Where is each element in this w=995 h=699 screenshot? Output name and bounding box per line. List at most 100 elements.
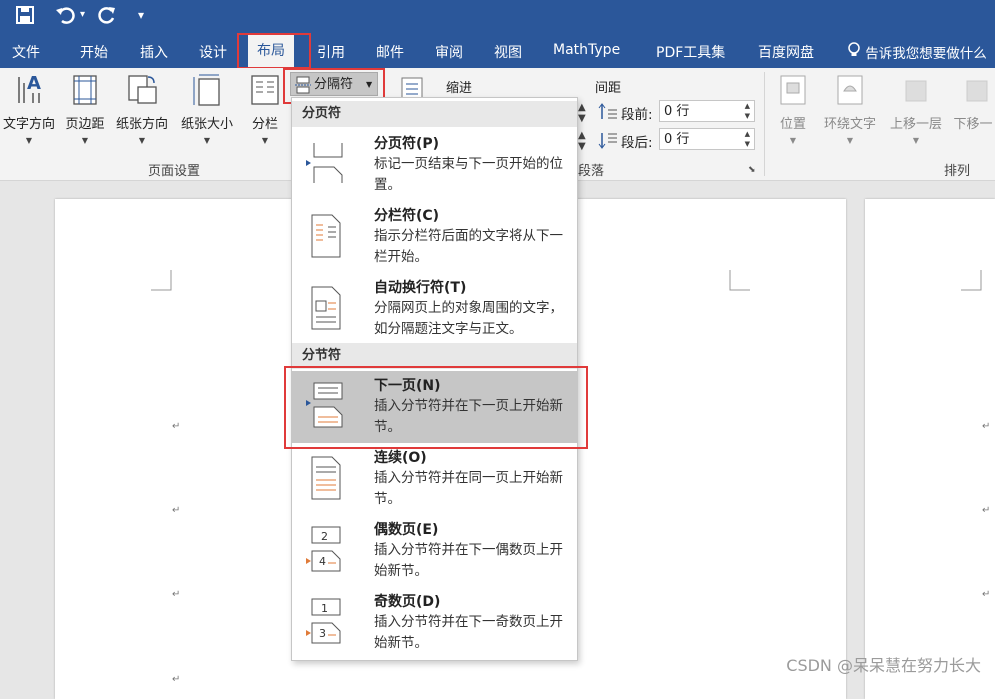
annotation-box-next-page bbox=[284, 366, 588, 449]
position-icon bbox=[780, 75, 806, 105]
ribbon-tabs: 文件 开始 插入 设计 布局 引用 邮件 审阅 视图 MathType PDF工… bbox=[0, 32, 995, 68]
menu-item-continuous[interactable]: 连续(O) 插入分节符并在同一页上开始新节。 bbox=[292, 443, 577, 515]
paragraph-group-label: 段落 bbox=[578, 164, 605, 179]
menu-item-odd-page[interactable]: 1 3 奇数页(D) 插入分节符并在下一奇数页上开始新节。 bbox=[292, 587, 577, 659]
margin-corner-mark bbox=[729, 270, 750, 291]
position-label: 位置 bbox=[779, 117, 806, 132]
customize-icon[interactable]: ▾ bbox=[138, 8, 144, 22]
tell-me-box[interactable]: 告诉我您想要做什么 bbox=[847, 42, 987, 62]
paragraph-mark: ↵ bbox=[172, 674, 181, 685]
text-direction-icon: A bbox=[18, 73, 41, 103]
margins-icon bbox=[73, 75, 97, 105]
text-wrapping-break-icon bbox=[311, 286, 341, 330]
spacing-after-input[interactable]: 0 行 ▲ ▼ bbox=[659, 128, 755, 150]
chevron-down-icon: ▼ bbox=[25, 136, 33, 145]
undo-dropdown-icon[interactable]: ▾ bbox=[80, 9, 85, 20]
send-backward-label: 下移一 bbox=[953, 117, 993, 132]
save-icon[interactable] bbox=[15, 5, 35, 30]
menu-item-title: 自动换行符(T) bbox=[374, 280, 467, 296]
wrap-text-icon bbox=[837, 75, 863, 105]
tab-mathtype[interactable]: MathType bbox=[553, 42, 620, 58]
margin-corner-mark bbox=[961, 270, 982, 291]
spacing-before-input[interactable]: 0 行 ▲ ▼ bbox=[659, 100, 755, 122]
paragraph-mark: ↵ bbox=[982, 505, 991, 516]
spacing-after-value: 0 行 bbox=[664, 132, 690, 147]
svg-text:4: 4 bbox=[319, 555, 326, 568]
indent-spin-arrows-icon[interactable]: ▲ ▼ bbox=[578, 102, 586, 124]
bring-forward-label: 上移一层 bbox=[889, 117, 942, 132]
chevron-down-icon: ▼ bbox=[138, 136, 146, 145]
menu-item-page-break[interactable]: 分页符(P) 标记一页结束与下一页开始的位置。 bbox=[292, 129, 577, 201]
tab-references[interactable]: 引用 bbox=[317, 42, 345, 62]
watermark: CSDN @呆呆慧在努力长大 bbox=[786, 656, 981, 675]
undo-icon[interactable] bbox=[55, 5, 77, 30]
tab-insert[interactable]: 插入 bbox=[140, 42, 168, 62]
indent-label: 缩进 bbox=[446, 81, 473, 96]
paragraph-mark: ↵ bbox=[172, 589, 181, 600]
chevron-down-icon: ▼ bbox=[81, 136, 89, 145]
margins-button[interactable]: 页边距 ▼ bbox=[62, 73, 108, 145]
tab-view[interactable]: 视图 bbox=[494, 42, 522, 62]
menu-item-desc: 指示分栏符后面的文字将从下一栏开始。 bbox=[374, 228, 563, 265]
page-breaks-header: 分页符 bbox=[292, 101, 577, 127]
tab-mailings[interactable]: 邮件 bbox=[376, 42, 404, 62]
paper-size-icon bbox=[193, 74, 220, 106]
spacing-before-label: 段前: bbox=[621, 107, 653, 123]
send-backward-button[interactable]: 下移一 bbox=[951, 73, 995, 132]
orientation-label: 纸张方向 bbox=[115, 117, 168, 132]
tab-review[interactable]: 审阅 bbox=[435, 42, 463, 62]
paragraph-mark: ↵ bbox=[982, 421, 991, 432]
menu-item-desc: 分隔网页上的对象周围的文字，如分隔题注文字与正文。 bbox=[374, 300, 563, 337]
wrap-text-button[interactable]: 环绕文字 ▼ bbox=[820, 73, 880, 145]
chevron-down-icon: ▼ bbox=[789, 136, 797, 145]
tab-design[interactable]: 设计 bbox=[199, 42, 227, 62]
menu-item-even-page[interactable]: 2 4 偶数页(E) 插入分节符并在下一偶数页上开始新节。 bbox=[292, 515, 577, 587]
wrap-text-label: 环绕文字 bbox=[823, 117, 876, 132]
arrange-group-label: 排列 bbox=[944, 164, 971, 179]
continuous-icon bbox=[311, 456, 341, 500]
group-separator bbox=[764, 72, 765, 176]
tab-baidu-netdisk[interactable]: 百度网盘 bbox=[758, 42, 814, 62]
menu-item-text-wrapping-break[interactable]: 自动换行符(T) 分隔网页上的对象周围的文字，如分隔题注文字与正文。 bbox=[292, 273, 577, 345]
quick-access-toolbar: ▾ ▾ bbox=[0, 0, 995, 32]
indent-spin-arrows-icon[interactable]: ▲ ▼ bbox=[578, 130, 586, 152]
menu-item-title: 奇数页(D) bbox=[374, 594, 441, 610]
svg-text:3: 3 bbox=[319, 627, 326, 640]
tab-pdf-tools[interactable]: PDF工具集 bbox=[656, 42, 725, 62]
redo-icon[interactable] bbox=[97, 5, 117, 30]
svg-text:2: 2 bbox=[321, 530, 328, 543]
menu-item-column-break[interactable]: 分栏符(C) 指示分栏符后面的文字将从下一栏开始。 bbox=[292, 201, 577, 273]
chevron-down-icon: ▼ bbox=[261, 136, 269, 145]
odd-page-icon: 1 3 bbox=[306, 598, 341, 644]
position-button[interactable]: 位置 ▼ bbox=[776, 73, 810, 145]
tab-home[interactable]: 开始 bbox=[80, 42, 108, 62]
columns-icon bbox=[251, 75, 279, 105]
size-button[interactable]: 纸张大小 ▼ bbox=[177, 73, 237, 145]
orientation-icon bbox=[128, 75, 157, 104]
document-page-next[interactable]: ↵ ↵ ↵ bbox=[865, 199, 995, 699]
spin-arrows-icon[interactable]: ▲ ▼ bbox=[745, 101, 750, 121]
orientation-button[interactable]: 纸张方向 ▼ bbox=[112, 73, 172, 145]
spacing-label: 间距 bbox=[595, 81, 622, 96]
spacing-after-label: 段后: bbox=[621, 135, 653, 151]
tab-file[interactable]: 文件 bbox=[12, 42, 40, 62]
column-break-icon bbox=[311, 214, 341, 258]
spin-arrows-icon[interactable]: ▲ ▼ bbox=[745, 129, 750, 149]
text-direction-button[interactable]: A 文字方向 ▼ bbox=[0, 73, 58, 145]
spacing-before-icon bbox=[598, 102, 618, 126]
svg-text:1: 1 bbox=[321, 602, 328, 615]
columns-button[interactable]: 分栏 ▼ bbox=[248, 73, 282, 145]
bring-forward-button[interactable]: 上移一层 ▼ bbox=[886, 73, 946, 145]
svg-text:A: A bbox=[27, 73, 41, 94]
spacing-before-value: 0 行 bbox=[664, 104, 690, 119]
margin-corner-mark bbox=[151, 270, 172, 291]
menu-item-desc: 标记一页结束与下一页开始的位置。 bbox=[374, 156, 563, 193]
margins-label: 页边距 bbox=[65, 117, 105, 132]
send-backward-icon bbox=[966, 80, 988, 102]
dialog-launcher-icon[interactable]: ⬊ bbox=[748, 165, 756, 175]
paragraph-mark: ↵ bbox=[172, 505, 181, 516]
paragraph-mark: ↵ bbox=[982, 589, 991, 600]
annotation-box-layout-tab bbox=[237, 33, 311, 69]
page-break-icon bbox=[306, 143, 343, 183]
page-setup-group-label: 页面设置 bbox=[148, 164, 201, 179]
